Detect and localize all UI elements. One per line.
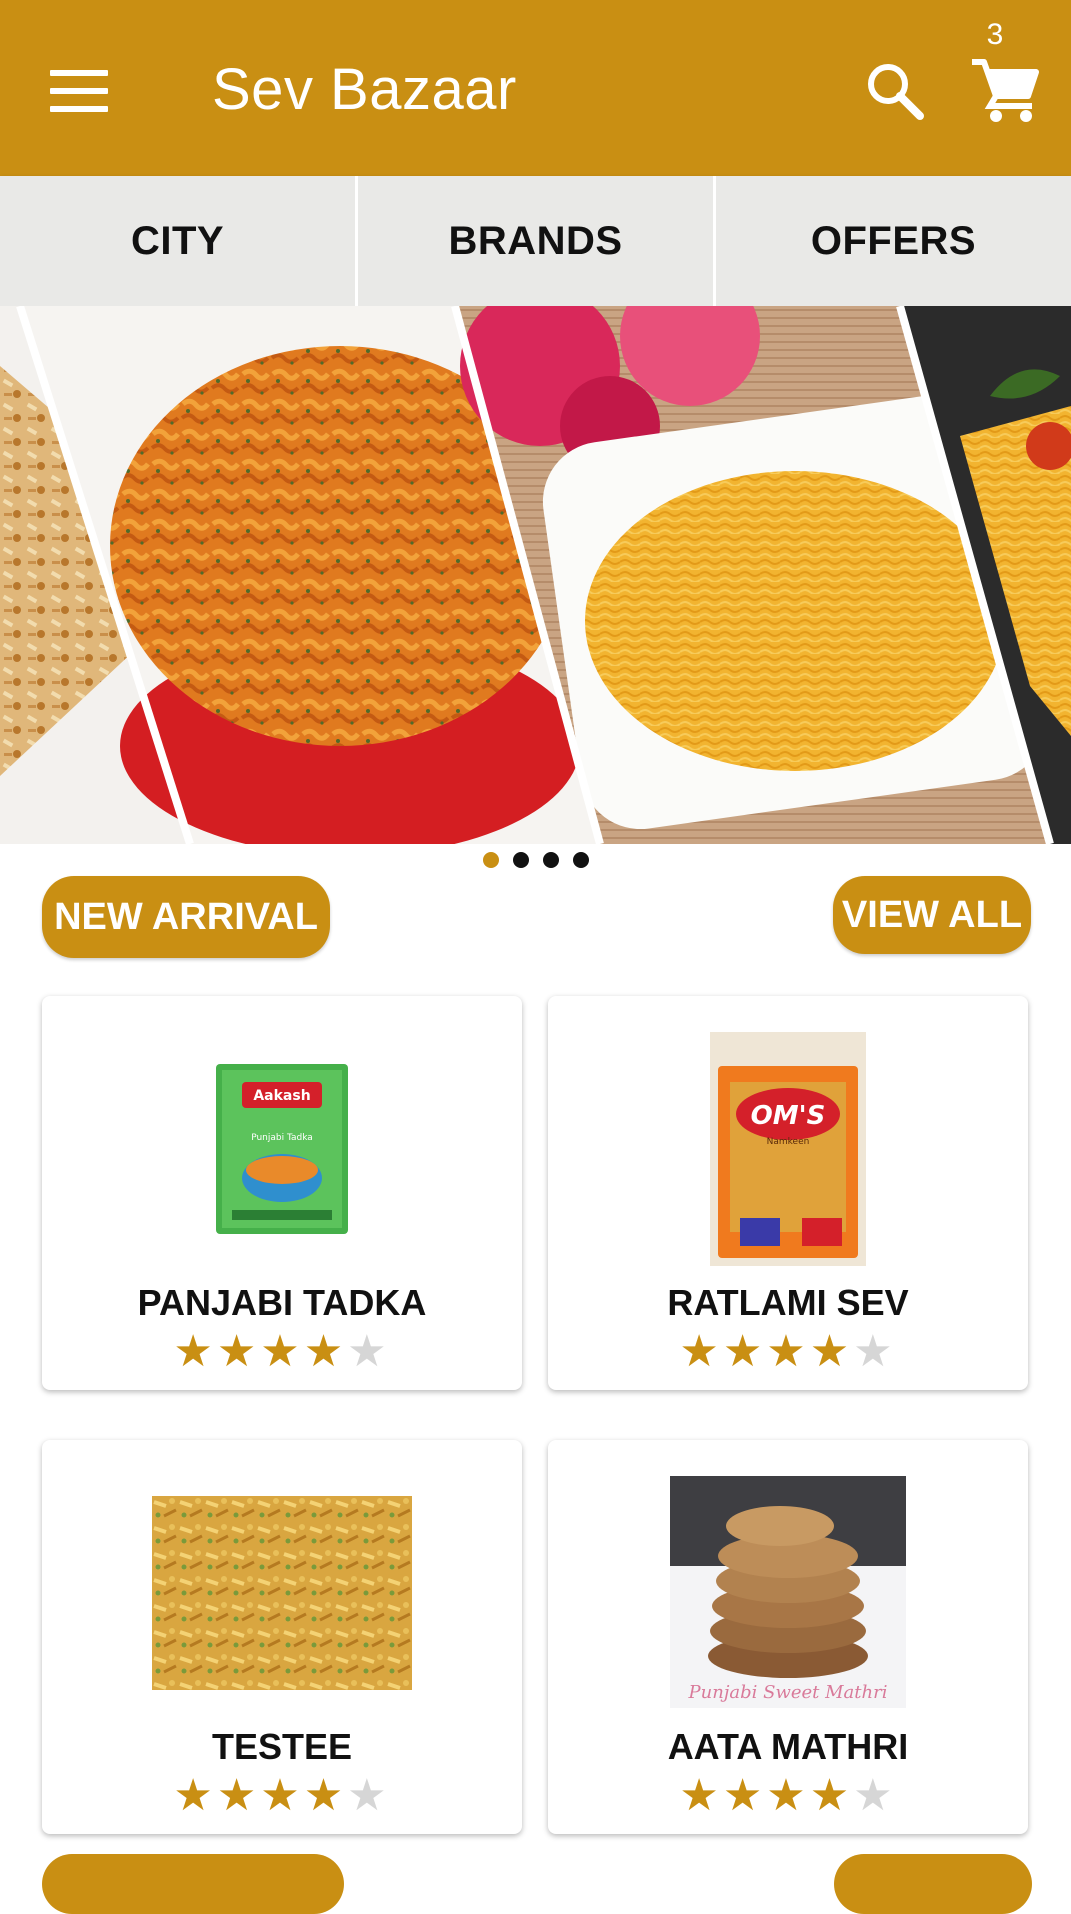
new-arrival-label: NEW ARRIVAL — [42, 876, 330, 958]
tab-offers[interactable]: OFFERS — [716, 176, 1071, 306]
image-caption-text: Punjabi Sweet Mathri — [688, 1682, 888, 1703]
rating-stars: ★★★★★ — [548, 1774, 1028, 1818]
product-name: PANJABI TADKA — [137, 1282, 427, 1323]
app-bar: Sev Bazaar 3 — [0, 0, 1071, 176]
tab-city[interactable]: CITY — [0, 176, 358, 306]
star-filled-icon: ★ — [722, 1327, 767, 1376]
star-empty-icon: ★ — [347, 1327, 391, 1376]
star-filled-icon: ★ — [216, 1327, 261, 1376]
star-filled-icon: ★ — [216, 1771, 261, 1820]
star-empty-icon: ★ — [853, 1771, 897, 1820]
package-label-text: Punjabi Tadka — [251, 1133, 313, 1143]
star-filled-icon: ★ — [766, 1327, 810, 1376]
rating-stars: ★★★★★ — [548, 1330, 1028, 1374]
tab-brands[interactable]: BRANDS — [358, 176, 716, 306]
product-name: AATA MATHRI — [667, 1726, 909, 1767]
product-card[interactable]: Punjabi Sweet Mathri AATA MATHRI ★★★★★ — [548, 1440, 1028, 1834]
product-card[interactable]: Aakash Punjabi Tadka PANJABI TADKA ★★★★★ — [42, 996, 522, 1390]
star-filled-icon: ★ — [809, 1327, 854, 1376]
star-filled-icon: ★ — [679, 1327, 723, 1376]
carousel-dot[interactable] — [483, 852, 499, 868]
product-name: RATLAMI SEV — [667, 1282, 909, 1323]
carousel-dot[interactable] — [573, 852, 589, 868]
carousel-dot[interactable] — [543, 852, 559, 868]
cart-icon[interactable] — [970, 56, 1040, 126]
cart-count-badge: 3 — [986, 18, 1004, 51]
category-tabs: CITY BRANDS OFFERS — [0, 176, 1071, 306]
product-image: Punjabi Sweet Mathri — [670, 1476, 906, 1708]
star-filled-icon: ★ — [722, 1771, 767, 1820]
product-card[interactable]: OM'S Namkeen RATLAMI SEV ★★★★★ — [548, 996, 1028, 1390]
search-icon[interactable] — [864, 60, 926, 122]
app-title: Sev Bazaar — [212, 57, 517, 122]
package-brand-text: OM'S — [751, 1101, 826, 1131]
package-brand-text: Aakash — [253, 1088, 310, 1104]
star-filled-icon: ★ — [679, 1771, 723, 1820]
star-filled-icon: ★ — [260, 1327, 304, 1376]
product-image: OM'S Namkeen — [710, 1032, 866, 1266]
next-section-view-all-button[interactable] — [834, 1854, 1032, 1914]
star-filled-icon: ★ — [173, 1327, 217, 1376]
next-section-label — [42, 1854, 344, 1914]
rating-stars: ★★★★★ — [42, 1774, 522, 1818]
star-empty-icon: ★ — [853, 1327, 897, 1376]
star-filled-icon: ★ — [766, 1771, 810, 1820]
product-image: Aakash Punjabi Tadka — [216, 1064, 348, 1234]
menu-icon[interactable] — [50, 70, 110, 114]
product-card[interactable]: TESTEE ★★★★★ — [42, 1440, 522, 1834]
star-filled-icon: ★ — [303, 1771, 348, 1820]
product-name: TESTEE — [211, 1726, 353, 1767]
product-image — [152, 1496, 412, 1690]
carousel-indicator — [483, 852, 589, 868]
star-filled-icon: ★ — [809, 1771, 854, 1820]
star-empty-icon: ★ — [347, 1771, 391, 1820]
rating-stars: ★★★★★ — [42, 1330, 522, 1374]
carousel-dot[interactable] — [513, 852, 529, 868]
banner-carousel[interactable] — [0, 306, 1071, 844]
star-filled-icon: ★ — [260, 1771, 304, 1820]
star-filled-icon: ★ — [303, 1327, 348, 1376]
package-label-text: Namkeen — [767, 1137, 810, 1147]
star-filled-icon: ★ — [173, 1771, 217, 1820]
view-all-button[interactable]: VIEW ALL — [833, 876, 1031, 954]
